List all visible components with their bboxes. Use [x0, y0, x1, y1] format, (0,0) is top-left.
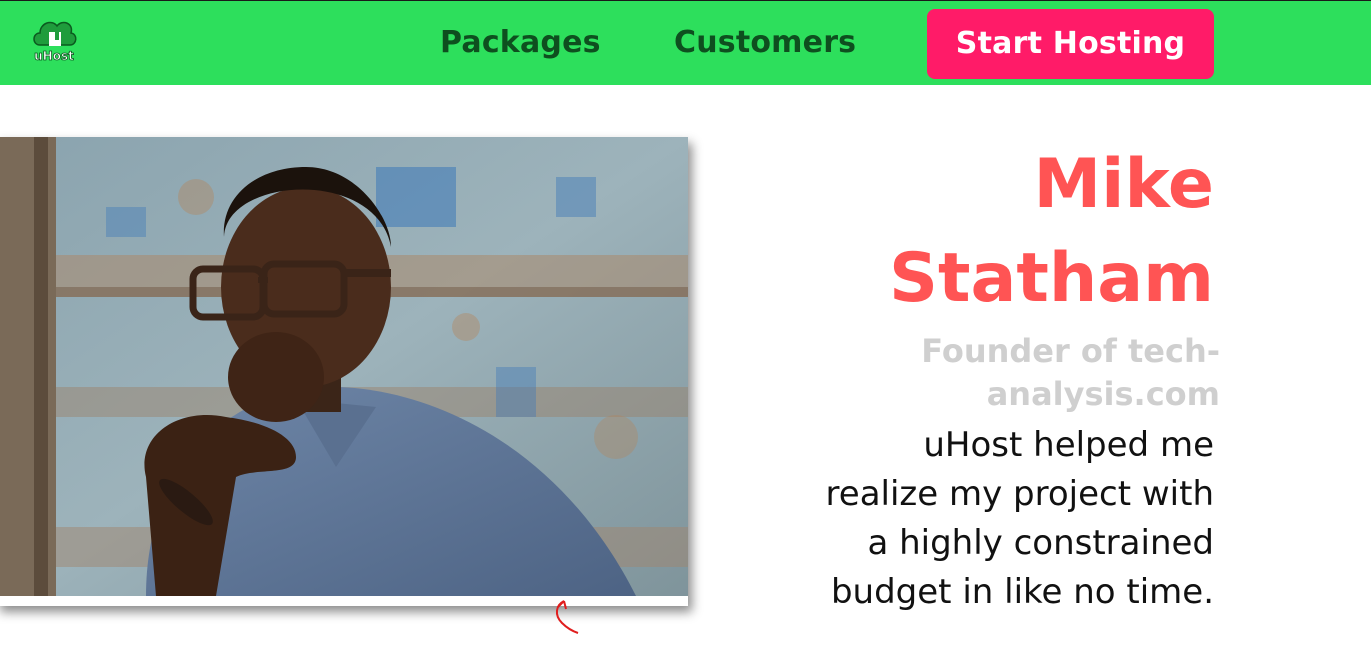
main-nav: Packages Customers Start Hosting	[0, 1, 1371, 86]
nav-link-packages[interactable]: Packages	[440, 25, 601, 61]
quote-line-2: realize my project with	[825, 474, 1214, 514]
customer-name-last: Statham	[888, 239, 1214, 318]
customer-role-line2: analysis.com	[986, 375, 1220, 413]
site-header: uHost Packages Customers Start Hosting	[0, 0, 1371, 85]
customer-role: Founder of tech- analysis.com	[860, 330, 1220, 416]
start-hosting-button[interactable]: Start Hosting	[927, 9, 1214, 79]
customer-name: Mike Statham	[754, 138, 1214, 326]
testimonial-quote: uHost helped me realize my project with …	[744, 421, 1214, 617]
customer-role-line1: Founder of tech-	[921, 332, 1220, 370]
quote-line-1: uHost helped me	[923, 425, 1214, 465]
customer-portrait-image	[0, 137, 688, 596]
nav-link-customers[interactable]: Customers	[674, 25, 856, 61]
pointer-annotation-icon	[556, 600, 579, 634]
customer-name-first: Mike	[1033, 145, 1215, 224]
quote-line-3: a highly constrained	[867, 523, 1214, 563]
customer-photo	[0, 137, 688, 596]
quote-line-4: budget in like no time.	[830, 572, 1214, 612]
customer-photo-frame	[0, 137, 688, 606]
